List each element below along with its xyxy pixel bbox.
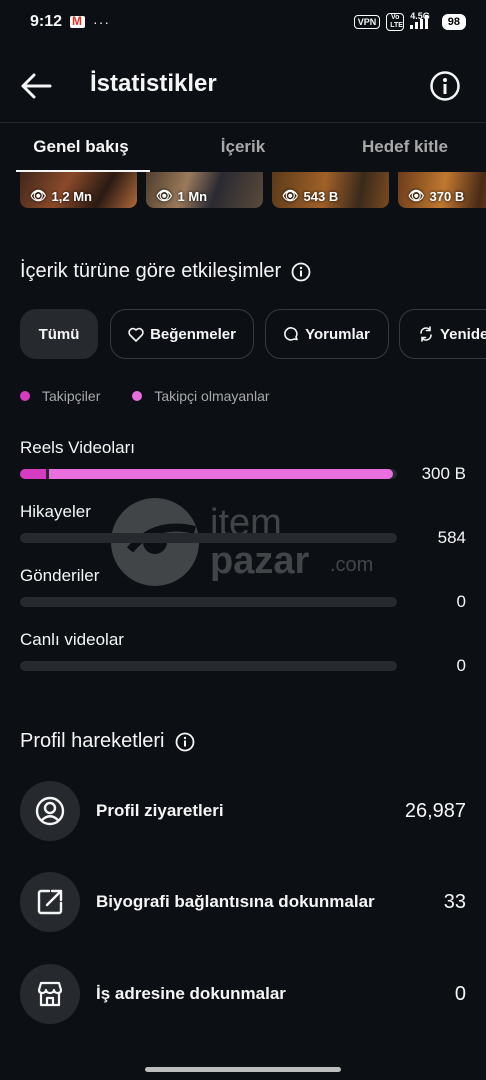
info-icon[interactable] (175, 732, 195, 752)
legend-label-non-followers: Takipçi olmayanlar (154, 388, 270, 404)
home-indicator[interactable] (145, 1067, 341, 1072)
user-circle-icon (20, 781, 80, 841)
profile-actions-title-text: Profil hareketleri (20, 730, 165, 752)
interaction-row-value: 584 (437, 528, 466, 547)
eye-icon: 👁 (30, 188, 47, 203)
top-content-thumbnails: 👁 1,2 Mn 👁 1 Mn 👁 543 B 👁 370 B (20, 172, 486, 208)
tab-content[interactable]: İçerik (162, 123, 324, 172)
content-thumbnail[interactable]: 👁 1 Mn (146, 172, 263, 208)
profile-actions-section-title: Profil hareketleri (20, 730, 195, 753)
tab-audience[interactable]: Hedef kitle (324, 123, 486, 172)
interaction-row-label: Canlı videolar (20, 630, 124, 649)
chart-legend: Takipçiler Takipçi olmayanlar (20, 388, 270, 404)
info-icon[interactable] (429, 70, 461, 102)
interaction-row-label: Reels Videoları (20, 438, 135, 457)
thumbnail-views: 370 B (429, 188, 465, 204)
legend-dot-non-followers (132, 391, 143, 401)
interaction-bar (20, 533, 397, 543)
business-address-taps-row[interactable]: İş adresine dokunmalar 0 (20, 964, 466, 1024)
filter-chips: Tümü Beğenmeler Yorumlar Yeniden (20, 309, 486, 359)
more-notifications-icon: ··· (93, 14, 111, 30)
interaction-row-value: 0 (456, 592, 466, 611)
interaction-bar (20, 469, 397, 479)
filter-chip-label: Yorumlar (305, 325, 370, 343)
filter-chip-label: Tümü (38, 325, 80, 343)
filter-chip-reposts[interactable]: Yeniden (399, 309, 486, 359)
content-thumbnail[interactable]: 👁 543 B (272, 172, 389, 208)
interaction-row-value: 0 (456, 656, 466, 675)
interaction-row-posts: Gönderiler 0 (20, 566, 466, 612)
tab-bar: Genel bakış İçerik Hedef kitle (0, 122, 486, 172)
info-icon[interactable] (291, 262, 311, 282)
thumbnail-views: 1 Mn (177, 188, 208, 204)
back-arrow-icon[interactable] (20, 72, 52, 100)
status-bar: 9:12 ··· VPN Vo LTE 4.5G 98 (0, 0, 486, 44)
action-value: 0 (454, 982, 466, 1005)
interaction-row-reels: Reels Videoları 300 B (20, 438, 466, 484)
interactions-section-title: İçerik türüne göre etkileşimler (20, 260, 311, 283)
action-value: 26,987 (404, 799, 466, 822)
action-label: Profil ziyaretleri (96, 801, 224, 820)
content-thumbnail[interactable]: 👁 1,2 Mn (20, 172, 137, 208)
interaction-row-label: Gönderiler (20, 566, 100, 585)
legend-label-followers: Takipçiler (42, 388, 101, 404)
volte-badge: Vo LTE (386, 13, 405, 31)
tab-overview[interactable]: Genel bakış (0, 123, 162, 172)
filter-chip-comments[interactable]: Yorumlar (265, 309, 389, 359)
external-link-icon (20, 872, 80, 932)
filter-chip-label: Yeniden (440, 325, 486, 343)
interaction-bar (20, 661, 397, 671)
battery-icon: 98 (441, 14, 466, 30)
storefront-icon (20, 964, 80, 1024)
bio-link-taps-row[interactable]: Biyografi bağlantısına dokunmalar 33 (20, 872, 466, 932)
legend-dot-followers (20, 391, 30, 401)
vpn-badge: VPN (353, 15, 381, 29)
eye-icon: 👁 (156, 188, 173, 203)
page-title: İstatistikler (90, 70, 217, 97)
interaction-row-value: 300 B (421, 464, 466, 483)
filter-chip-label: Beğenmeler (150, 325, 236, 343)
repost-icon (420, 326, 432, 342)
comment-icon (284, 326, 298, 341)
action-label: İş adresine dokunmalar (96, 984, 286, 1003)
followers-bar-segment (20, 469, 46, 479)
interactions-title-text: İçerik türüne göre etkileşimler (20, 260, 282, 282)
action-value: 33 (443, 890, 466, 913)
status-time: 9:12 (30, 13, 63, 30)
interaction-row-stories: Hikayeler 584 (20, 502, 466, 548)
thumbnail-views: 1,2 Mn (51, 188, 92, 204)
heart-icon (128, 327, 144, 342)
network-type: 4.5G (410, 11, 430, 21)
profile-visits-row[interactable]: Profil ziyaretleri 26,987 (20, 781, 466, 841)
content-thumbnail[interactable]: 👁 370 B (398, 172, 486, 208)
filter-chip-likes[interactable]: Beğenmeler (110, 309, 254, 359)
eye-icon: 👁 (408, 188, 425, 203)
action-label: Biyografi bağlantısına dokunmalar (96, 892, 375, 911)
thumbnail-views: 543 B (303, 188, 339, 204)
filter-chip-all[interactable]: Tümü (20, 309, 98, 359)
interaction-row-live: Canlı videolar 0 (20, 630, 466, 676)
app-header: İstatistikler (0, 58, 486, 112)
non-followers-bar-segment (49, 469, 393, 479)
interaction-bar (20, 597, 397, 607)
eye-icon: 👁 (282, 188, 299, 203)
interaction-row-label: Hikayeler (20, 502, 91, 521)
gmail-icon (70, 14, 86, 28)
